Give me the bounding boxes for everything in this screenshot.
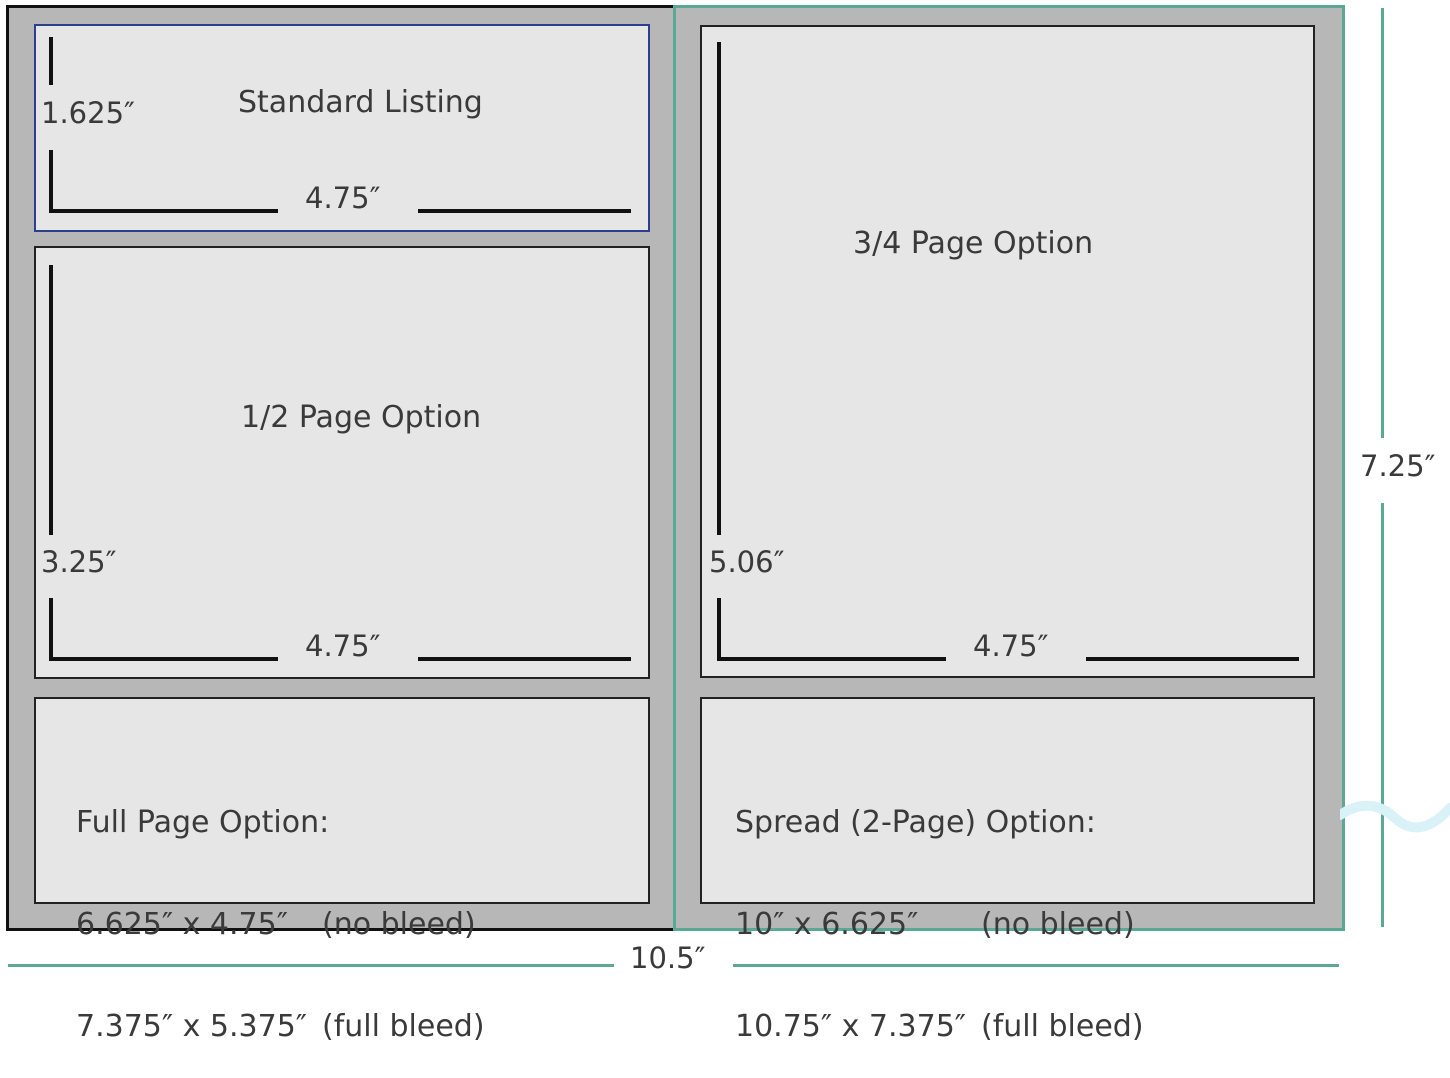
half-height-line-top	[49, 265, 53, 535]
half-page-box	[34, 246, 650, 679]
full-page-note: (no bleed)	[322, 907, 476, 942]
spread-note: (no bleed)	[981, 907, 1135, 942]
three-quarter-width-label: 4.75″	[973, 629, 1049, 663]
full-page-spec: Full Page Option: 6.625″ x 4.75″ (no ble…	[76, 738, 485, 1078]
overall-width-line-right	[733, 964, 1339, 967]
standard-listing-title: Standard Listing	[238, 85, 483, 120]
standard-width-line-right	[418, 209, 631, 213]
half-width-line-left	[49, 657, 278, 661]
full-page-size: 7.375″ x 5.375″	[76, 1009, 308, 1044]
full-page-note: (full bleed)	[322, 1009, 485, 1044]
three-quarter-width-line-left	[717, 657, 946, 661]
half-width-line-right	[418, 657, 631, 661]
spread-row: 10.75″ x 7.375″ (full bleed)	[735, 1010, 1144, 1044]
standard-width-line-left	[49, 209, 278, 213]
half-page-title: 1/2 Page Option	[241, 400, 482, 435]
three-quarter-height-label: 5.06″	[709, 545, 785, 579]
full-page-title: Full Page Option:	[76, 805, 330, 840]
standard-height-line-top	[49, 37, 53, 85]
full-page-row: 7.375″ x 5.375″ (full bleed)	[76, 1010, 485, 1044]
standard-height-label: 1.625″	[41, 96, 135, 130]
half-height-line-bottom	[49, 598, 53, 660]
standard-height-line-bottom	[49, 150, 53, 212]
full-page-size: 6.625″ x 4.75″	[76, 907, 288, 942]
three-quarter-width-line-right	[1086, 657, 1299, 661]
overall-height-label: 7.25″	[1360, 449, 1436, 483]
spread-size: 10.75″ x 7.375″	[735, 1009, 967, 1044]
overall-height-line-top	[1381, 8, 1384, 438]
three-quarter-height-line-top	[717, 42, 721, 535]
spread-title: Spread (2-Page) Option:	[735, 805, 1096, 840]
spread-row: 10″ x 6.625″ (no bleed)	[735, 908, 1144, 942]
spread-note: (full bleed)	[981, 1009, 1144, 1044]
spread-spec: Spread (2-Page) Option: 10″ x 6.625″ (no…	[735, 738, 1144, 1078]
overall-height-line-bottom	[1381, 503, 1384, 927]
three-quarter-height-line-bottom	[717, 598, 721, 660]
standard-width-label: 4.75″	[305, 181, 381, 215]
three-quarter-page-title: 3/4 Page Option	[853, 226, 1094, 261]
overall-width-line-left	[8, 964, 614, 967]
overall-width-label: 10.5″	[630, 941, 706, 975]
three-quarter-page-box	[700, 25, 1315, 678]
decorative-wave-icon	[1340, 800, 1450, 833]
half-width-label: 4.75″	[305, 629, 381, 663]
spread-size: 10″ x 6.625″	[735, 907, 919, 942]
half-height-label: 3.25″	[41, 545, 117, 579]
full-page-row: 6.625″ x 4.75″ (no bleed)	[76, 908, 485, 942]
